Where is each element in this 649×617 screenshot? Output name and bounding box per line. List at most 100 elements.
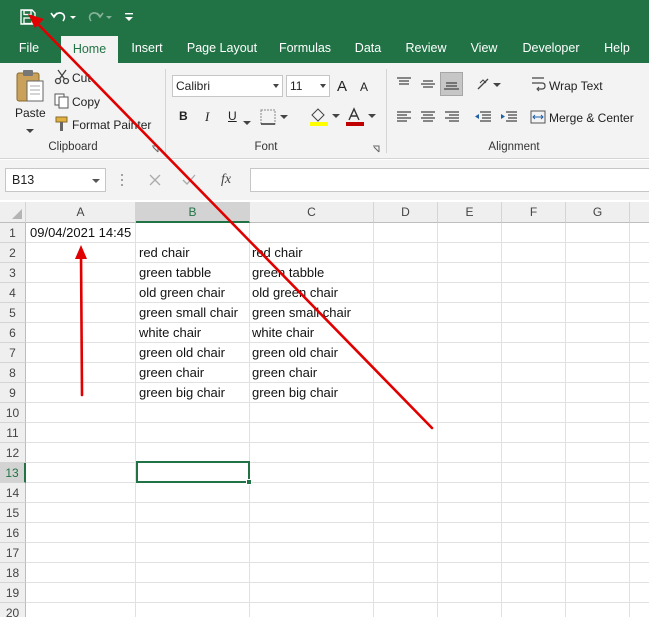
customize-toolbar-icon[interactable] <box>122 5 136 29</box>
font-size-dropdown[interactable]: 11 <box>286 75 330 97</box>
row-gridline <box>26 582 649 583</box>
increase-font-size-button[interactable]: A <box>337 78 347 95</box>
decrease-font-size-button[interactable]: A <box>360 80 368 94</box>
top-align-icon[interactable] <box>396 76 412 95</box>
clipboard-launcher-icon[interactable] <box>151 143 160 157</box>
row-header-1[interactable]: 1 <box>0 223 26 243</box>
row-header-13[interactable]: 13 <box>0 463 26 483</box>
row-header-5[interactable]: 5 <box>0 303 26 323</box>
cell-b2[interactable]: red chair <box>136 243 190 263</box>
paste-dropdown-icon[interactable] <box>26 123 34 137</box>
name-box[interactable]: B13 <box>5 168 106 192</box>
cell-b3[interactable]: green tabble <box>136 263 211 283</box>
row-header-8[interactable]: 8 <box>0 363 26 383</box>
cut-button[interactable]: Cut <box>72 71 91 85</box>
cell-c8[interactable]: green chair <box>249 363 317 383</box>
formula-input[interactable] <box>250 168 649 192</box>
cell-b8[interactable]: green chair <box>136 363 204 383</box>
row-header-3[interactable]: 3 <box>0 263 26 283</box>
decrease-indent-icon[interactable] <box>474 109 492 128</box>
font-launcher-icon[interactable] <box>372 143 381 157</box>
row-header-2[interactable]: 2 <box>0 243 26 263</box>
cell-a1[interactable]: 09/04/2021 14:45 <box>27 223 131 243</box>
tab-data[interactable]: Data <box>349 34 387 63</box>
insert-function-button[interactable]: fx <box>221 172 231 188</box>
column-header-b[interactable]: B <box>136 202 250 223</box>
tab-formulas[interactable]: Formulas <box>274 34 336 63</box>
cell-c5[interactable]: green small chair <box>249 303 351 323</box>
middle-align-icon[interactable] <box>420 76 436 95</box>
row-header-16[interactable]: 16 <box>0 523 26 543</box>
align-center-icon[interactable] <box>420 109 436 128</box>
column-header-a[interactable]: A <box>26 202 136 223</box>
align-left-icon[interactable] <box>396 109 412 128</box>
italic-button[interactable]: I <box>205 109 209 125</box>
cell-b5[interactable]: green small chair <box>136 303 238 323</box>
underline-button[interactable]: U <box>228 109 237 123</box>
row-header-7[interactable]: 7 <box>0 343 26 363</box>
cell-b4[interactable]: old green chair <box>136 283 225 303</box>
cell-b7[interactable]: green old chair <box>136 343 225 363</box>
row-header-14[interactable]: 14 <box>0 483 26 503</box>
cell-b9[interactable]: green big chair <box>136 383 225 403</box>
cell-c2[interactable]: red chair <box>249 243 303 263</box>
wrap-text-button[interactable]: Wrap Text <box>549 79 603 93</box>
font-color-icon[interactable] <box>345 107 377 130</box>
tab-home[interactable]: Home <box>61 36 118 63</box>
row-header-19[interactable]: 19 <box>0 583 26 603</box>
row-header-15[interactable]: 15 <box>0 503 26 523</box>
paste-button[interactable]: Paste <box>15 106 46 120</box>
cell-c9[interactable]: green big chair <box>249 383 338 403</box>
undo-icon[interactable] <box>48 5 78 29</box>
column-header-f[interactable]: F <box>502 202 566 223</box>
cell-c4[interactable]: old green chair <box>249 283 338 303</box>
column-header-d[interactable]: D <box>374 202 438 223</box>
tab-file[interactable]: File <box>10 34 48 63</box>
merge-center-button[interactable]: Merge & Center <box>549 111 634 125</box>
tab-page-layout[interactable]: Page Layout <box>183 34 261 63</box>
row-header-9[interactable]: 9 <box>0 383 26 403</box>
select-all-corner[interactable] <box>0 202 26 223</box>
fill-color-icon[interactable] <box>309 107 341 130</box>
active-cell-b13[interactable] <box>136 461 252 485</box>
borders-icon[interactable] <box>260 109 290 128</box>
row-header-20[interactable]: 20 <box>0 603 26 617</box>
column-gridline <box>629 223 630 617</box>
row-header-6[interactable]: 6 <box>0 323 26 343</box>
tab-view[interactable]: View <box>465 34 503 63</box>
row-header-18[interactable]: 18 <box>0 563 26 583</box>
increase-indent-icon[interactable] <box>500 109 518 128</box>
tab-review[interactable]: Review <box>400 34 452 63</box>
underline-dropdown-icon[interactable] <box>243 115 251 129</box>
cell-b6[interactable]: white chair <box>136 323 201 343</box>
copy-button[interactable]: Copy <box>72 95 100 109</box>
row-header-10[interactable]: 10 <box>0 403 26 423</box>
format-painter-button[interactable]: Format Painter <box>72 118 151 132</box>
redo-icon[interactable] <box>84 5 114 29</box>
cell-c6[interactable]: white chair <box>249 323 314 343</box>
orientation-icon[interactable] <box>476 75 502 96</box>
font-name-dropdown[interactable]: Calibri <box>172 75 283 97</box>
column-header-g[interactable]: G <box>566 202 630 223</box>
tab-developer[interactable]: Developer <box>516 34 586 63</box>
cancel-icon[interactable] <box>148 173 162 190</box>
tab-help[interactable]: Help <box>599 34 635 63</box>
row-header-11[interactable]: 11 <box>0 423 26 443</box>
bottom-align-icon[interactable] <box>440 72 463 96</box>
row-header-17[interactable]: 17 <box>0 543 26 563</box>
align-right-icon[interactable] <box>444 109 460 128</box>
column-header-c[interactable]: C <box>250 202 374 223</box>
enter-icon[interactable] <box>182 173 196 190</box>
paste-icon[interactable] <box>14 69 46 108</box>
bold-button[interactable]: B <box>179 109 188 123</box>
column-header-e[interactable]: E <box>438 202 502 223</box>
row-header-4[interactable]: 4 <box>0 283 26 303</box>
row-header-12[interactable]: 12 <box>0 443 26 463</box>
cell-c3[interactable]: green tabble <box>249 263 324 283</box>
merge-center-icon <box>530 109 546 128</box>
save-icon[interactable] <box>16 5 40 29</box>
tab-insert[interactable]: Insert <box>124 34 170 63</box>
fill-handle[interactable] <box>246 479 252 485</box>
select-all-icon <box>12 209 22 219</box>
cell-c7[interactable]: green old chair <box>249 343 338 363</box>
